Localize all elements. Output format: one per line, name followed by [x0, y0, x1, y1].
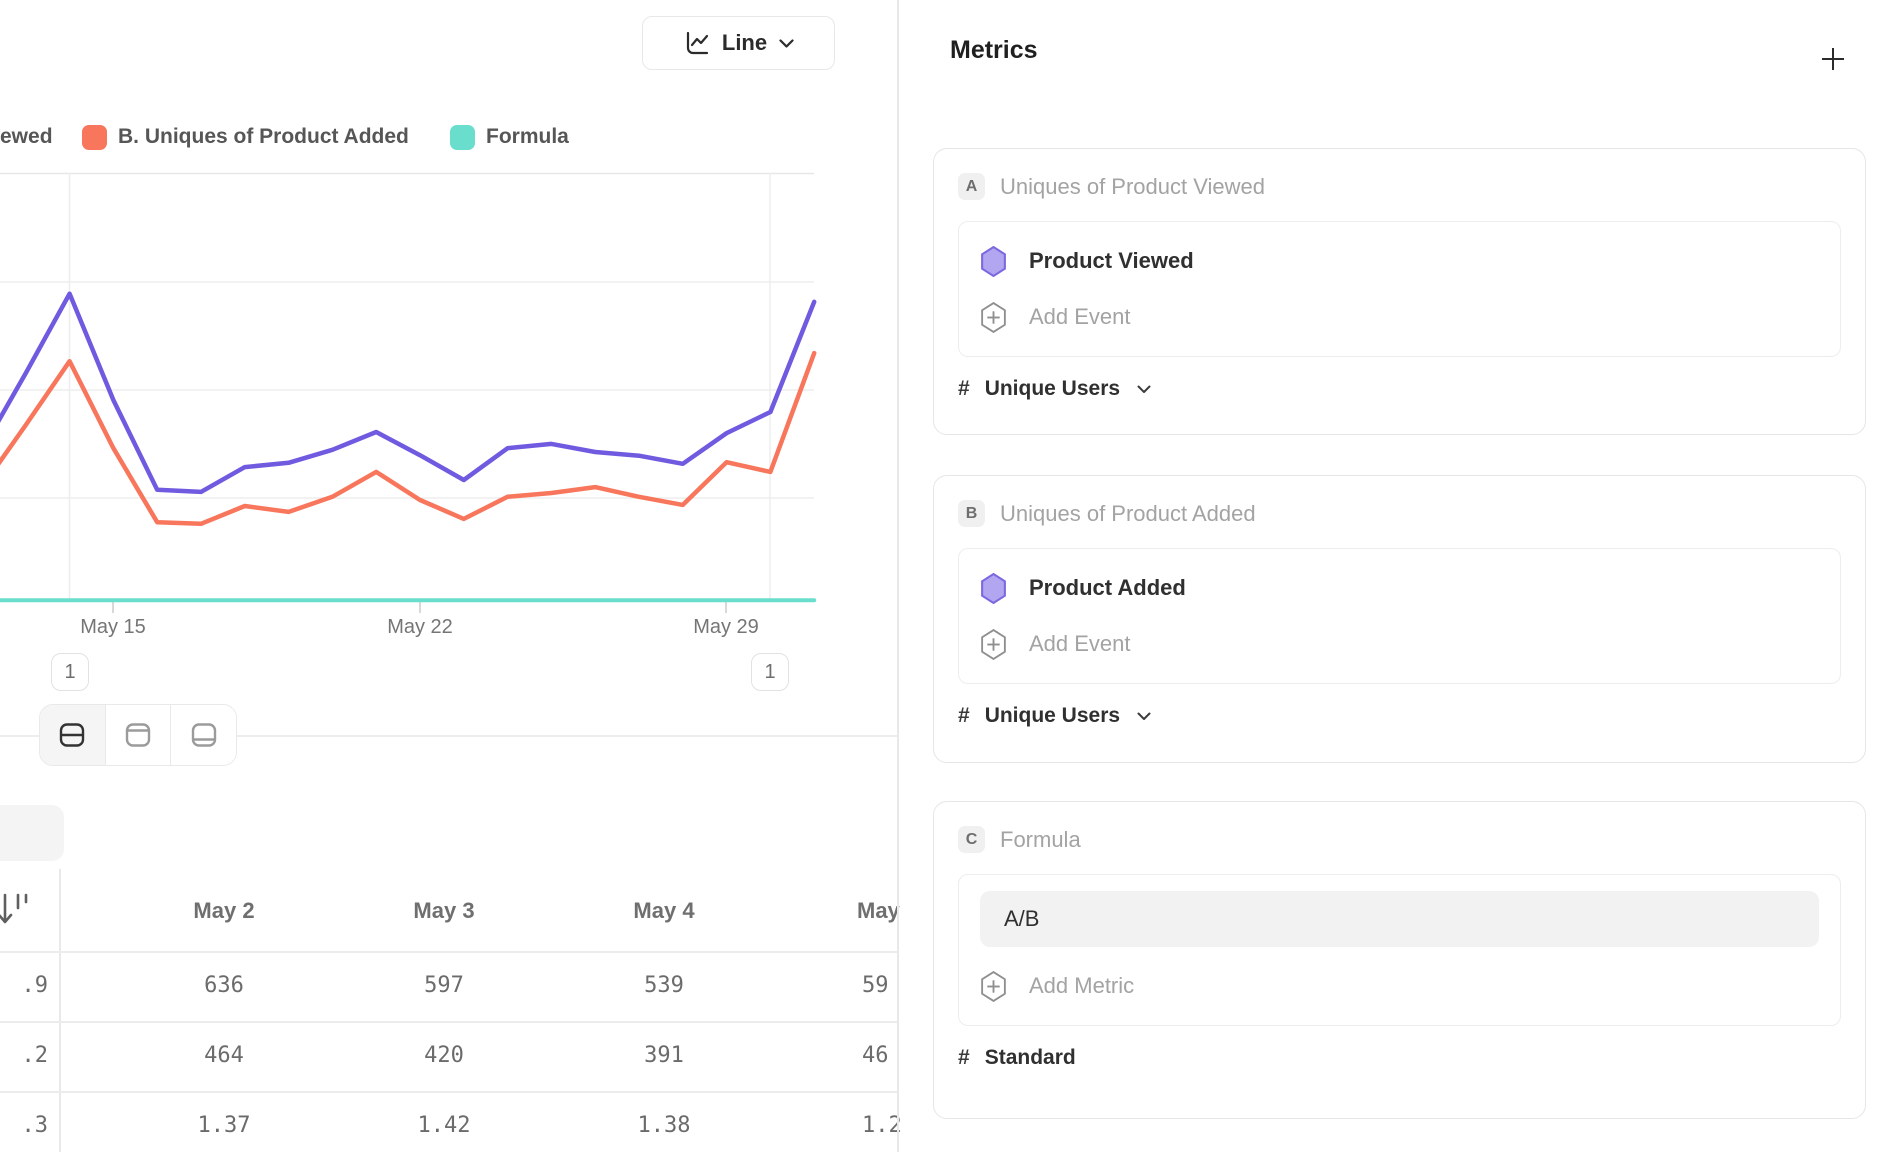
split-horizontal-icon: [57, 720, 87, 750]
event-name: Product Viewed: [1029, 248, 1194, 274]
formula-block: A/B Add Metric: [958, 874, 1841, 1026]
metric-title: Formula: [1000, 827, 1081, 853]
table-cell: 59: [862, 973, 889, 998]
x-axis-label: May 22: [387, 616, 453, 639]
annotation-badge[interactable]: 1: [51, 653, 89, 691]
metric-card-header: A Uniques of Product Viewed: [958, 173, 1841, 200]
layout-panel-bottom-button[interactable]: [170, 705, 236, 765]
table-cell: 597: [334, 973, 554, 998]
layout-panel-top-button[interactable]: [105, 705, 171, 765]
table-cell: 420: [334, 1043, 554, 1068]
chevron-down-icon: [1137, 385, 1151, 394]
table-row-divider: [0, 1091, 898, 1093]
table-cell: 46: [862, 1043, 889, 1068]
add-event-row[interactable]: Add Event: [980, 294, 1819, 340]
table-header-partial[interactable]: May: [857, 898, 900, 924]
sort-descending-icon[interactable]: [0, 891, 32, 929]
analytics-chart-builder: Line ewed B. Uniques of Product Added Fo…: [0, 0, 1898, 1152]
hash-icon: #: [958, 377, 970, 401]
add-event-hexagon-plus-icon: [980, 629, 1007, 660]
frozen-cell: .2: [0, 1043, 48, 1068]
measure-selector[interactable]: # Standard: [958, 1046, 1841, 1070]
measure-selector[interactable]: # Unique Users: [958, 704, 1841, 728]
metric-card-header: B Uniques of Product Added: [958, 500, 1841, 527]
table-header-may-4[interactable]: May 4: [554, 898, 774, 924]
event-hexagon-icon: [980, 573, 1007, 604]
metric-card-a: A Uniques of Product Viewed Product View…: [933, 148, 1866, 435]
add-metric-button[interactable]: [1818, 44, 1848, 74]
panel-bottom-icon: [189, 720, 219, 750]
event-name: Product Added: [1029, 575, 1186, 601]
metric-card-header: C Formula: [958, 826, 1841, 853]
table-cell: 539: [554, 973, 774, 998]
table-cell: 464: [114, 1043, 334, 1068]
metric-badge: A: [958, 173, 985, 200]
add-event-hexagon-plus-icon: [980, 302, 1007, 333]
add-event-label: Add Event: [1029, 631, 1131, 657]
hash-icon: #: [958, 704, 970, 728]
table-header-may-3[interactable]: May 3: [334, 898, 554, 924]
metric-badge: B: [958, 500, 985, 527]
layout-split-horizontal-button[interactable]: [40, 705, 105, 765]
add-metric-row[interactable]: Add Metric: [980, 963, 1819, 1009]
measure-label: Unique Users: [985, 704, 1120, 728]
table-cell: 1.2: [862, 1113, 902, 1138]
table-cell: 636: [114, 973, 334, 998]
event-row[interactable]: Product Viewed: [980, 238, 1819, 284]
x-axis-label: May 15: [80, 616, 146, 639]
frozen-column-divider: [59, 869, 61, 1152]
panel-divider: [897, 0, 899, 1152]
metric-card-c: C Formula A/B Add Metric # Standard: [933, 801, 1866, 1119]
measure-selector[interactable]: # Unique Users: [958, 377, 1841, 401]
measure-label: Standard: [985, 1046, 1076, 1070]
x-axis-label: May 29: [693, 616, 759, 639]
frozen-cell: .9: [0, 973, 48, 998]
hash-icon: #: [958, 1046, 970, 1070]
frozen-cell: .3: [0, 1113, 48, 1138]
metrics-panel-title: Metrics: [950, 36, 1038, 65]
event-block: Product Viewed Add Event: [958, 221, 1841, 357]
table-cell: 1.42: [334, 1113, 554, 1138]
metric-badge: C: [958, 826, 985, 853]
metric-title: Uniques of Product Viewed: [1000, 174, 1265, 200]
chevron-down-icon: [1137, 712, 1151, 721]
table-row-divider: [0, 1021, 898, 1023]
add-event-row[interactable]: Add Event: [980, 621, 1819, 667]
event-row[interactable]: Product Added: [980, 565, 1819, 611]
table-header-border: [0, 951, 898, 953]
table-cell: 1.37: [114, 1113, 334, 1138]
measure-label: Unique Users: [985, 377, 1120, 401]
table-cell: 1.38: [554, 1113, 774, 1138]
line-chart-canvas[interactable]: [0, 0, 898, 650]
event-block: Product Added Add Event: [958, 548, 1841, 684]
add-metric-hexagon-plus-icon: [980, 971, 1007, 1002]
metric-title: Uniques of Product Added: [1000, 501, 1256, 527]
plus-icon: [1819, 45, 1847, 73]
formula-input[interactable]: A/B: [980, 891, 1819, 947]
event-hexagon-icon: [980, 246, 1007, 277]
add-metric-label: Add Metric: [1029, 973, 1134, 999]
table-header-may-2[interactable]: May 2: [114, 898, 334, 924]
table-corner-chip[interactable]: [0, 805, 64, 861]
annotation-badge[interactable]: 1: [751, 653, 789, 691]
table-cell: 391: [554, 1043, 774, 1068]
panel-top-icon: [123, 720, 153, 750]
layout-toggle-group: [39, 704, 237, 766]
metric-card-b: B Uniques of Product Added Product Added…: [933, 475, 1866, 763]
add-event-label: Add Event: [1029, 304, 1131, 330]
